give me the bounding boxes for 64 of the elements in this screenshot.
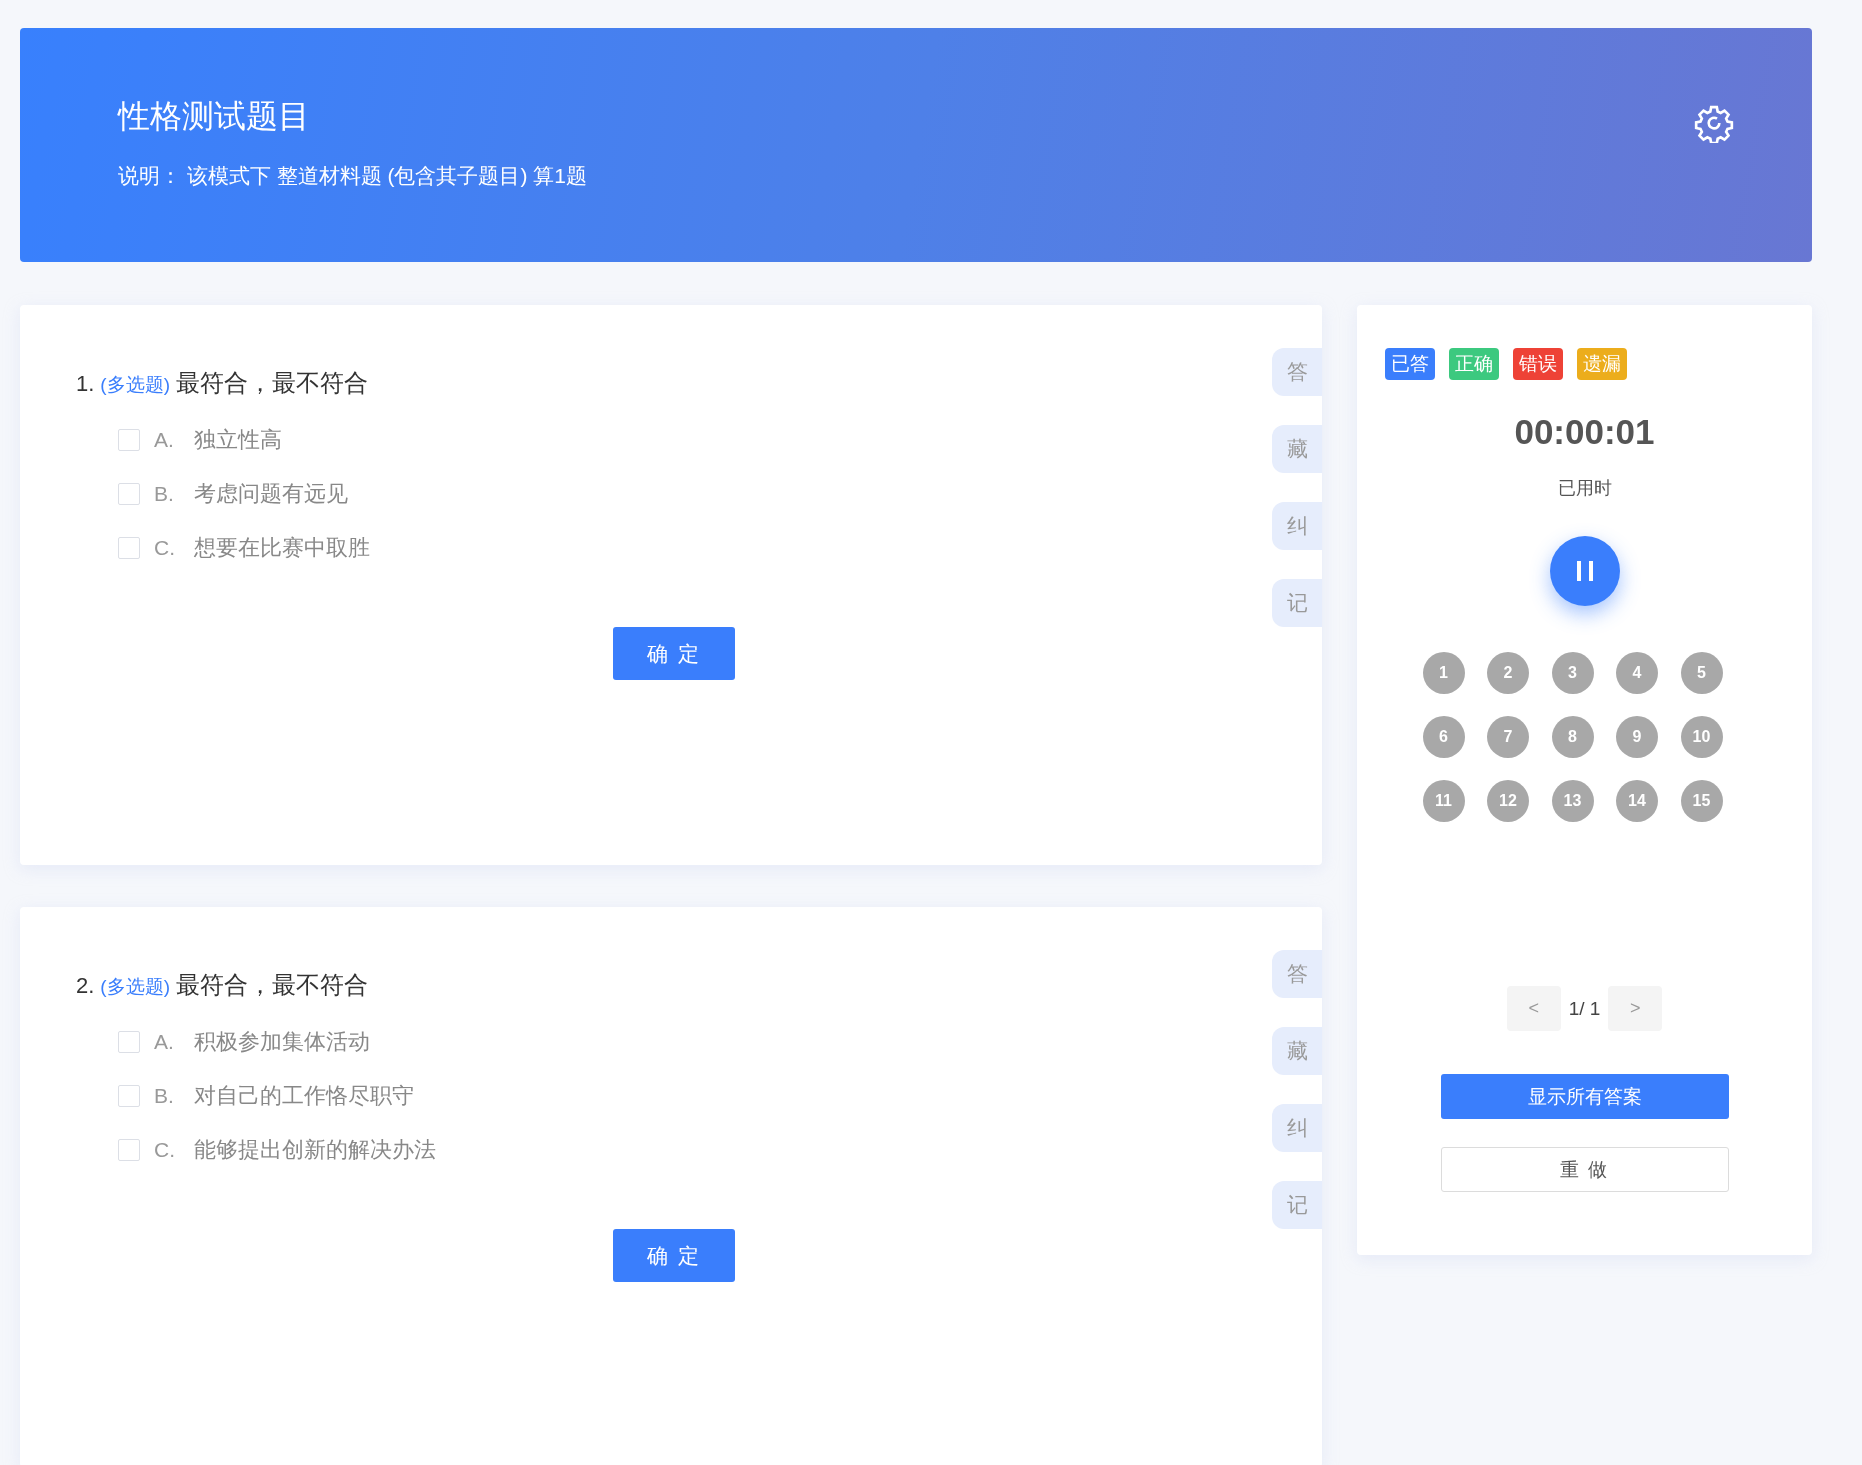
legend-tag: 正确 <box>1449 348 1499 380</box>
page-indicator: 1/ 1 <box>1568 997 1601 1020</box>
question-number-button[interactable]: 3 <box>1551 652 1594 694</box>
side-tab[interactable]: 纠 <box>1272 502 1322 550</box>
option-checkbox[interactable] <box>118 483 140 505</box>
question-number-button[interactable]: 7 <box>1487 716 1529 758</box>
question-number-button[interactable]: 13 <box>1551 780 1594 822</box>
option-letter: C. <box>154 536 176 560</box>
option-checkbox[interactable] <box>118 429 140 451</box>
timer-label: 已用时 <box>1557 477 1612 500</box>
legend-tag: 遗漏 <box>1577 348 1627 380</box>
question-number: 1. <box>76 371 95 397</box>
page-description: 说明： 该模式下 整道材料题 (包含其子题目) 算1题 <box>118 163 587 189</box>
next-page-button[interactable]: > <box>1608 986 1663 1031</box>
legend-tag: 错误 <box>1513 348 1563 380</box>
option-checkbox[interactable] <box>118 1031 140 1053</box>
side-tab[interactable]: 纠 <box>1272 1104 1322 1152</box>
question-number-button[interactable]: 1 <box>1422 652 1465 694</box>
option-letter: B. <box>154 1084 175 1108</box>
confirm-button[interactable]: 确 定 <box>613 627 735 680</box>
question-number-button[interactable]: 6 <box>1422 716 1465 758</box>
question-number-button[interactable]: 8 <box>1551 716 1594 758</box>
question-number-button[interactable]: 14 <box>1616 780 1658 822</box>
option-text: 对自己的工作恪尽职守 <box>194 1082 414 1110</box>
show-all-answers-button[interactable]: 显示所有答案 <box>1440 1074 1729 1119</box>
option-letter: A. <box>154 428 175 452</box>
option-text: 想要在比赛中取胜 <box>194 534 370 562</box>
question-number-button[interactable]: 15 <box>1680 780 1723 822</box>
question-number-button[interactable]: 4 <box>1616 652 1658 694</box>
question-number-button[interactable]: 5 <box>1680 652 1723 694</box>
question-number-button[interactable]: 10 <box>1680 716 1723 758</box>
side-tab[interactable]: 答 <box>1272 950 1322 998</box>
side-tab[interactable]: 藏 <box>1272 425 1322 473</box>
option-text: 积极参加集体活动 <box>194 1028 370 1056</box>
question-type-tag: (多选题) <box>100 974 170 1000</box>
question-number: 2. <box>76 973 95 999</box>
option-text: 能够提出创新的解决办法 <box>194 1136 436 1164</box>
question-number-button[interactable]: 12 <box>1487 780 1529 822</box>
legend-tag: 已答 <box>1385 348 1435 380</box>
redo-button[interactable]: 重 做 <box>1440 1147 1729 1192</box>
question-number-button[interactable]: 9 <box>1616 716 1658 758</box>
question-number-button[interactable]: 2 <box>1487 652 1529 694</box>
previous-page-button[interactable]: < <box>1506 986 1561 1031</box>
side-tab[interactable]: 记 <box>1272 579 1322 627</box>
question-text: 最符合，最不符合 <box>176 970 368 1000</box>
option-letter: A. <box>154 1030 175 1054</box>
side-tab[interactable]: 记 <box>1272 1181 1322 1229</box>
question-number-button[interactable]: 11 <box>1422 780 1465 822</box>
option-letter: C. <box>154 1138 176 1162</box>
settings-icon[interactable] <box>1694 103 1734 143</box>
timer: 00:00:01 <box>1514 412 1655 452</box>
page-title: 性格测试题目 <box>118 97 311 136</box>
confirm-button[interactable]: 确 定 <box>613 1229 735 1282</box>
pause-button[interactable] <box>1549 536 1620 606</box>
option-checkbox[interactable] <box>118 1085 140 1107</box>
option-letter: B. <box>154 482 175 506</box>
option-text: 考虑问题有远见 <box>194 480 348 508</box>
question-type-tag: (多选题) <box>100 372 170 398</box>
option-checkbox[interactable] <box>118 1139 140 1161</box>
side-tab[interactable]: 藏 <box>1272 1027 1322 1075</box>
side-tab[interactable]: 答 <box>1272 348 1322 396</box>
option-text: 独立性高 <box>194 426 282 454</box>
option-checkbox[interactable] <box>118 537 140 559</box>
question-text: 最符合，最不符合 <box>176 368 368 398</box>
